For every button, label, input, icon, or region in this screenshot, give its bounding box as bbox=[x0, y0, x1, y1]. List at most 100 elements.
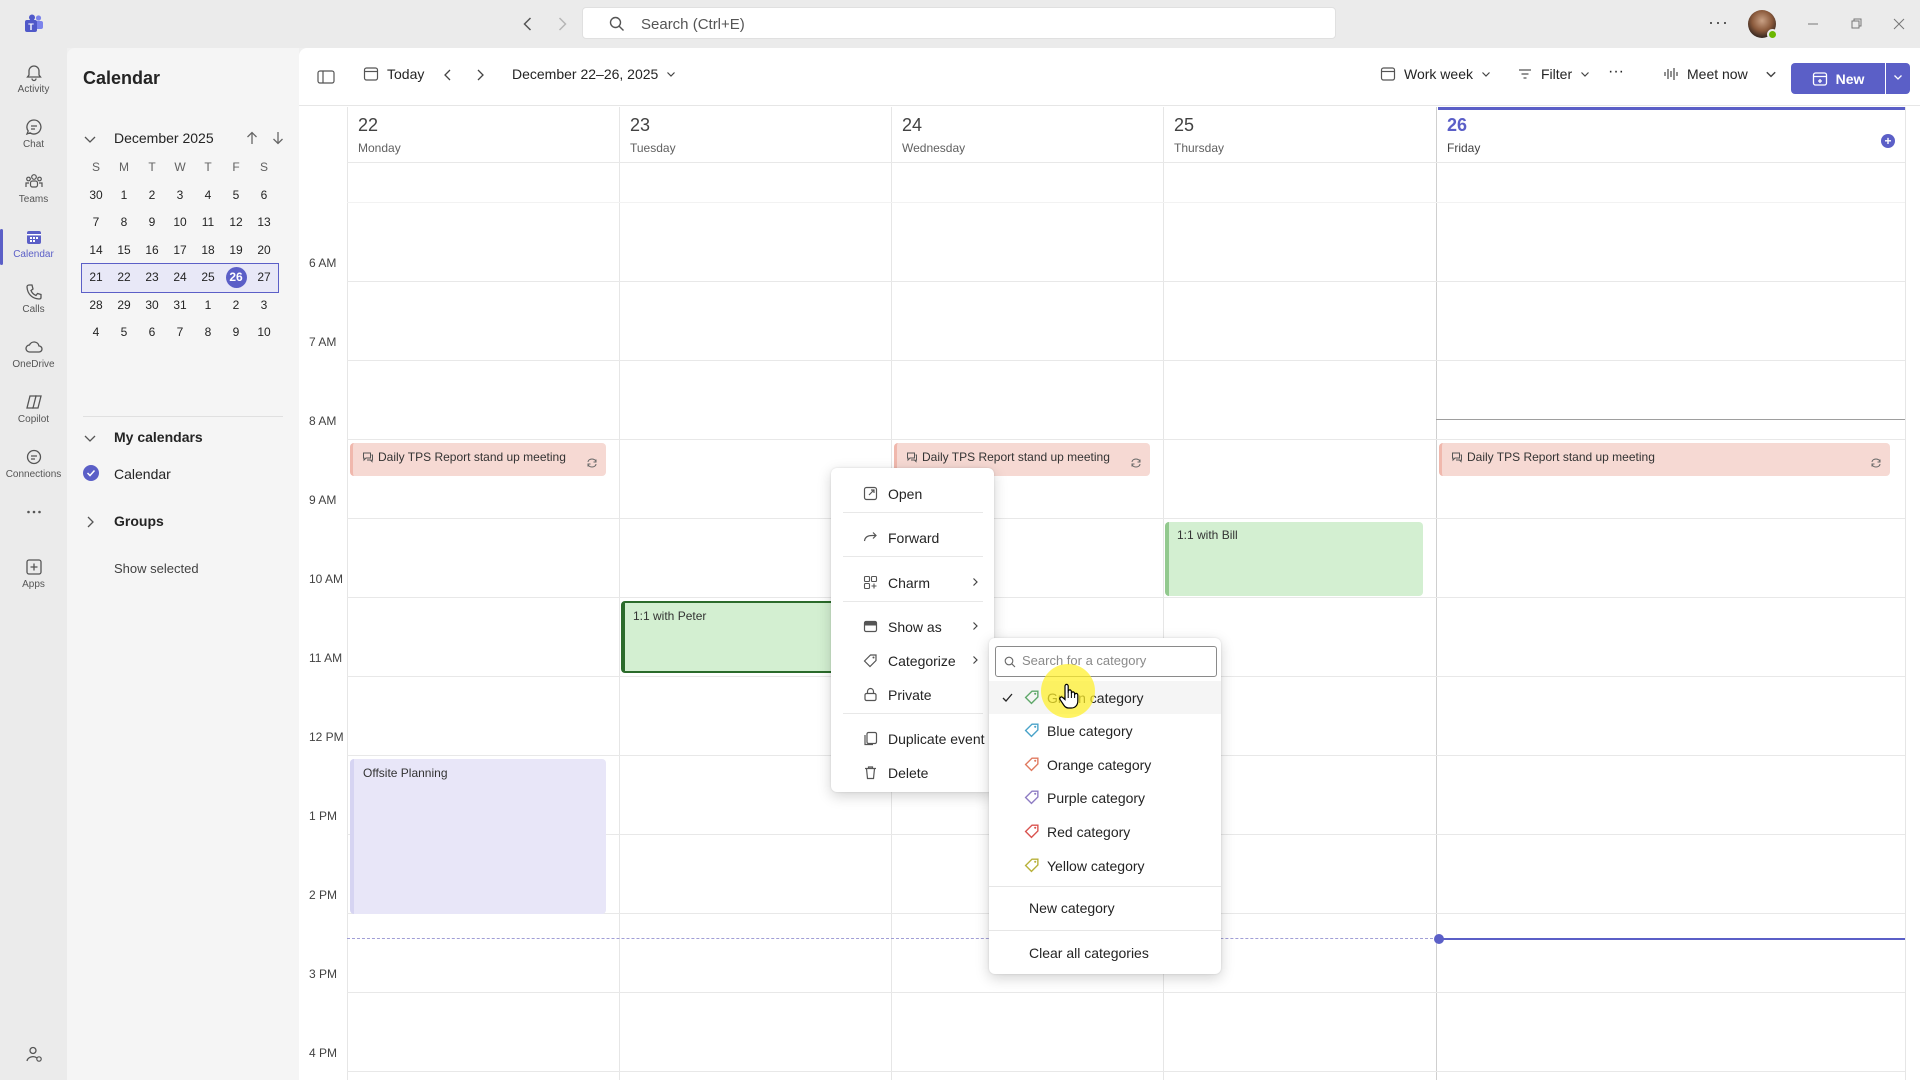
avatar[interactable] bbox=[1748, 10, 1778, 40]
mini-day[interactable]: 24 bbox=[166, 264, 194, 292]
menu-item-show-as[interactable]: Show as bbox=[831, 609, 994, 643]
chevron-down-icon[interactable] bbox=[83, 132, 97, 146]
day-header[interactable]: 22 Monday bbox=[347, 107, 619, 162]
mini-day[interactable]: 18 bbox=[194, 237, 222, 265]
menu-item-forward[interactable]: Forward bbox=[831, 520, 994, 554]
day-header[interactable]: 24 Wednesday bbox=[891, 107, 1163, 162]
mini-day[interactable]: 13 bbox=[250, 209, 278, 237]
event-daily-tps-friday[interactable]: Daily TPS Report stand up meeting bbox=[1439, 443, 1890, 476]
category-item-yellow[interactable]: Yellow category bbox=[989, 849, 1221, 882]
category-item-blue[interactable]: Blue category bbox=[989, 714, 1221, 747]
forward-arrow-icon[interactable] bbox=[552, 14, 572, 34]
new-event-dropdown[interactable] bbox=[1886, 63, 1910, 94]
category-item-red[interactable]: Red category bbox=[989, 815, 1221, 848]
mini-day[interactable]: 28 bbox=[82, 292, 110, 320]
mini-day-today[interactable]: 26 bbox=[222, 264, 250, 292]
more-options-button[interactable]: ··· bbox=[1608, 63, 1624, 81]
mini-day[interactable]: 9 bbox=[222, 319, 250, 347]
rail-copilot[interactable]: Copilot bbox=[0, 386, 67, 438]
next-week-button[interactable] bbox=[473, 68, 487, 82]
mini-day[interactable]: 1 bbox=[194, 292, 222, 320]
menu-item-private[interactable]: Private bbox=[831, 677, 994, 711]
rail-calendar[interactable]: Calendar bbox=[0, 221, 67, 273]
event-offsite-planning[interactable]: Offsite Planning bbox=[350, 759, 606, 914]
arrow-up-icon[interactable] bbox=[244, 130, 260, 146]
menu-item-delete[interactable]: Delete bbox=[831, 755, 994, 789]
rail-calls[interactable]: Calls bbox=[0, 276, 67, 328]
filter-button[interactable]: Filter bbox=[1517, 66, 1590, 82]
mini-day[interactable]: 27 bbox=[250, 264, 278, 292]
mini-day[interactable]: 7 bbox=[166, 319, 194, 347]
new-category-button[interactable]: New category bbox=[1029, 900, 1115, 916]
category-search-input[interactable] bbox=[1022, 653, 1207, 668]
mini-day[interactable]: 3 bbox=[166, 182, 194, 210]
new-event-button[interactable]: New bbox=[1791, 63, 1885, 94]
category-item-green[interactable]: Green category bbox=[989, 681, 1221, 714]
day-header-today[interactable]: 26 Friday bbox=[1436, 107, 1905, 162]
event-1on1-peter[interactable]: 1:1 with Peter bbox=[621, 601, 835, 673]
settings-more-button[interactable]: ··· bbox=[1708, 12, 1729, 33]
mini-day[interactable]: 10 bbox=[166, 209, 194, 237]
menu-item-open[interactable]: Open bbox=[831, 476, 994, 510]
mini-day[interactable]: 9 bbox=[138, 209, 166, 237]
mini-day[interactable]: 21 bbox=[82, 264, 110, 292]
rail-apps[interactable]: Apps bbox=[0, 551, 67, 603]
today-button[interactable]: Today bbox=[363, 66, 424, 82]
category-search-box[interactable] bbox=[995, 646, 1217, 677]
mini-day[interactable]: 4 bbox=[194, 182, 222, 210]
meet-now-dropdown[interactable] bbox=[1765, 68, 1777, 80]
mini-day[interactable]: 5 bbox=[110, 319, 138, 347]
menu-item-duplicate[interactable]: Duplicate event bbox=[831, 721, 994, 755]
mini-day[interactable]: 6 bbox=[250, 182, 278, 210]
menu-item-charm[interactable]: Charm bbox=[831, 565, 994, 599]
event-1on1-bill[interactable]: 1:1 with Bill bbox=[1165, 522, 1423, 596]
arrow-down-icon[interactable] bbox=[270, 130, 286, 146]
rail-chat[interactable]: Chat bbox=[0, 111, 67, 163]
mini-day[interactable]: 4 bbox=[82, 319, 110, 347]
mini-calendar-month[interactable]: December 2025 bbox=[114, 130, 214, 146]
mini-day[interactable]: 5 bbox=[222, 182, 250, 210]
menu-item-categorize[interactable]: Categorize bbox=[831, 643, 994, 677]
rail-more[interactable] bbox=[0, 496, 67, 548]
mini-day[interactable]: 15 bbox=[110, 237, 138, 265]
back-arrow-icon[interactable] bbox=[518, 14, 538, 34]
category-item-purple[interactable]: Purple category bbox=[989, 781, 1221, 814]
rail-admin[interactable] bbox=[0, 1038, 67, 1080]
mini-day[interactable]: 16 bbox=[138, 237, 166, 265]
mini-day[interactable]: 10 bbox=[250, 319, 278, 347]
mini-day[interactable]: 30 bbox=[138, 292, 166, 320]
mini-day[interactable]: 17 bbox=[166, 237, 194, 265]
mini-day[interactable]: 30 bbox=[82, 182, 110, 210]
meet-now-button[interactable]: Meet now bbox=[1663, 66, 1748, 82]
previous-week-button[interactable] bbox=[441, 68, 455, 82]
mini-day[interactable]: 22 bbox=[110, 264, 138, 292]
toggle-pane-icon[interactable] bbox=[317, 69, 335, 85]
checkmark-circle-icon[interactable] bbox=[83, 465, 99, 481]
global-search-box[interactable] bbox=[582, 7, 1336, 39]
teams-logo-icon[interactable]: T bbox=[22, 12, 46, 36]
mini-day[interactable]: 29 bbox=[110, 292, 138, 320]
mini-day[interactable]: 2 bbox=[138, 182, 166, 210]
mini-day[interactable]: 1 bbox=[110, 182, 138, 210]
mini-day[interactable]: 11 bbox=[194, 209, 222, 237]
global-search-input[interactable] bbox=[641, 14, 1281, 34]
mini-day[interactable]: 8 bbox=[194, 319, 222, 347]
minimize-icon[interactable] bbox=[1801, 12, 1825, 36]
view-switcher[interactable]: Work week bbox=[1380, 66, 1491, 82]
mini-day[interactable]: 19 bbox=[222, 237, 250, 265]
mini-day[interactable]: 7 bbox=[82, 209, 110, 237]
mini-day[interactable]: 25 bbox=[194, 264, 222, 292]
mini-day[interactable]: 23 bbox=[138, 264, 166, 292]
add-event-icon[interactable]: + bbox=[1881, 134, 1895, 148]
category-item-orange[interactable]: Orange category bbox=[989, 748, 1221, 781]
rail-connections[interactable]: Connections bbox=[0, 441, 67, 493]
day-header[interactable]: 23 Tuesday bbox=[619, 107, 891, 162]
close-icon[interactable] bbox=[1887, 12, 1911, 36]
mini-day[interactable]: 8 bbox=[110, 209, 138, 237]
event-daily-tps-monday[interactable]: Daily TPS Report stand up meeting bbox=[350, 443, 606, 476]
mini-day[interactable]: 20 bbox=[250, 237, 278, 265]
rail-onedrive[interactable]: OneDrive bbox=[0, 331, 67, 383]
clear-all-categories-button[interactable]: Clear all categories bbox=[1029, 945, 1149, 961]
mini-day[interactable]: 31 bbox=[166, 292, 194, 320]
mini-day[interactable]: 6 bbox=[138, 319, 166, 347]
